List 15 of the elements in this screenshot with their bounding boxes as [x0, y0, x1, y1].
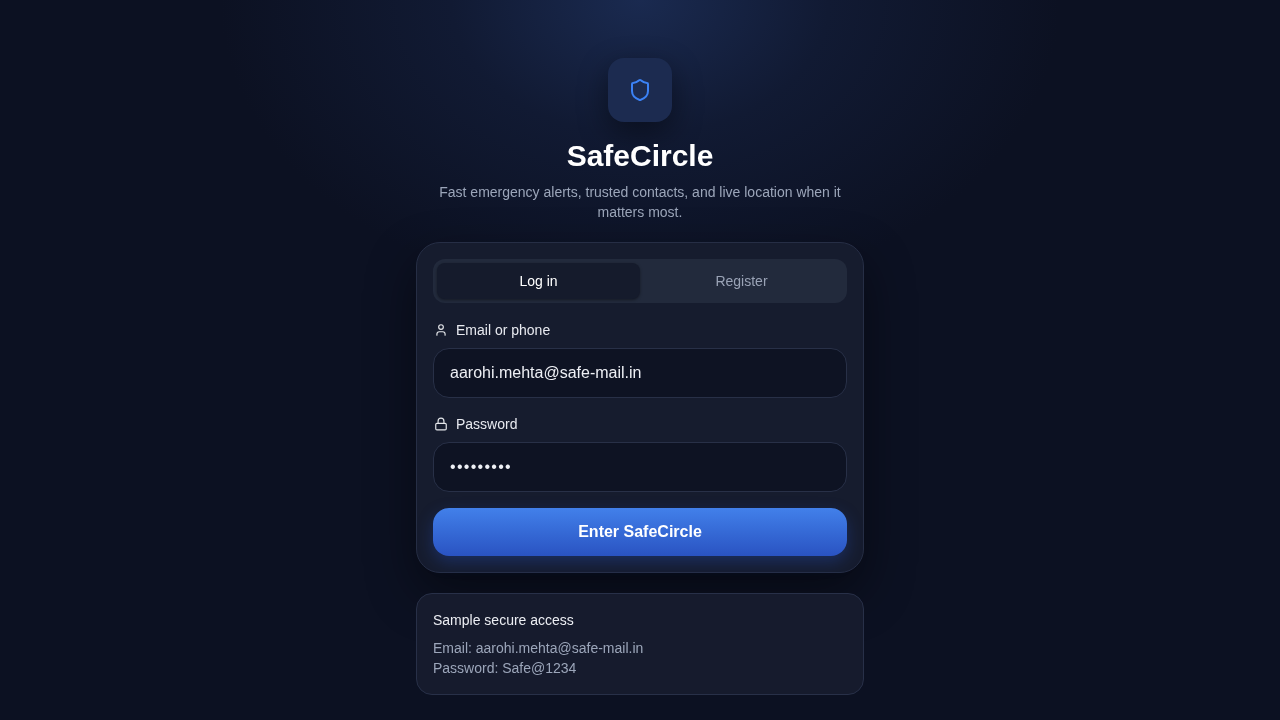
field-label: Password: [456, 415, 518, 434]
sample-credential-text: Email: aarohi.mehta@safe-mail.in: [433, 639, 645, 658]
field-label: Email or phone: [456, 321, 551, 340]
sample-access-title: Sample secure access: [433, 611, 575, 630]
password-input[interactable]: •••••••••: [433, 442, 847, 492]
sample-credential-text: Password: Safe@1234: [433, 659, 578, 678]
user-icon: [434, 323, 448, 337]
app-title: SafeCircle: [566, 138, 714, 174]
lock-icon: [434, 417, 448, 431]
shield-logo-icon: [608, 58, 672, 122]
email-input[interactable]: aarohi.mehta@safe-mail.in: [433, 348, 847, 398]
submit-button[interactable]: Enter SafeCircle: [433, 508, 847, 556]
tab[interactable]: Log in: [437, 263, 640, 299]
tab[interactable]: Register: [640, 263, 843, 299]
app-tagline: Fast emergency alerts, trusted contacts, and live location when it matters most.: [438, 183, 842, 222]
